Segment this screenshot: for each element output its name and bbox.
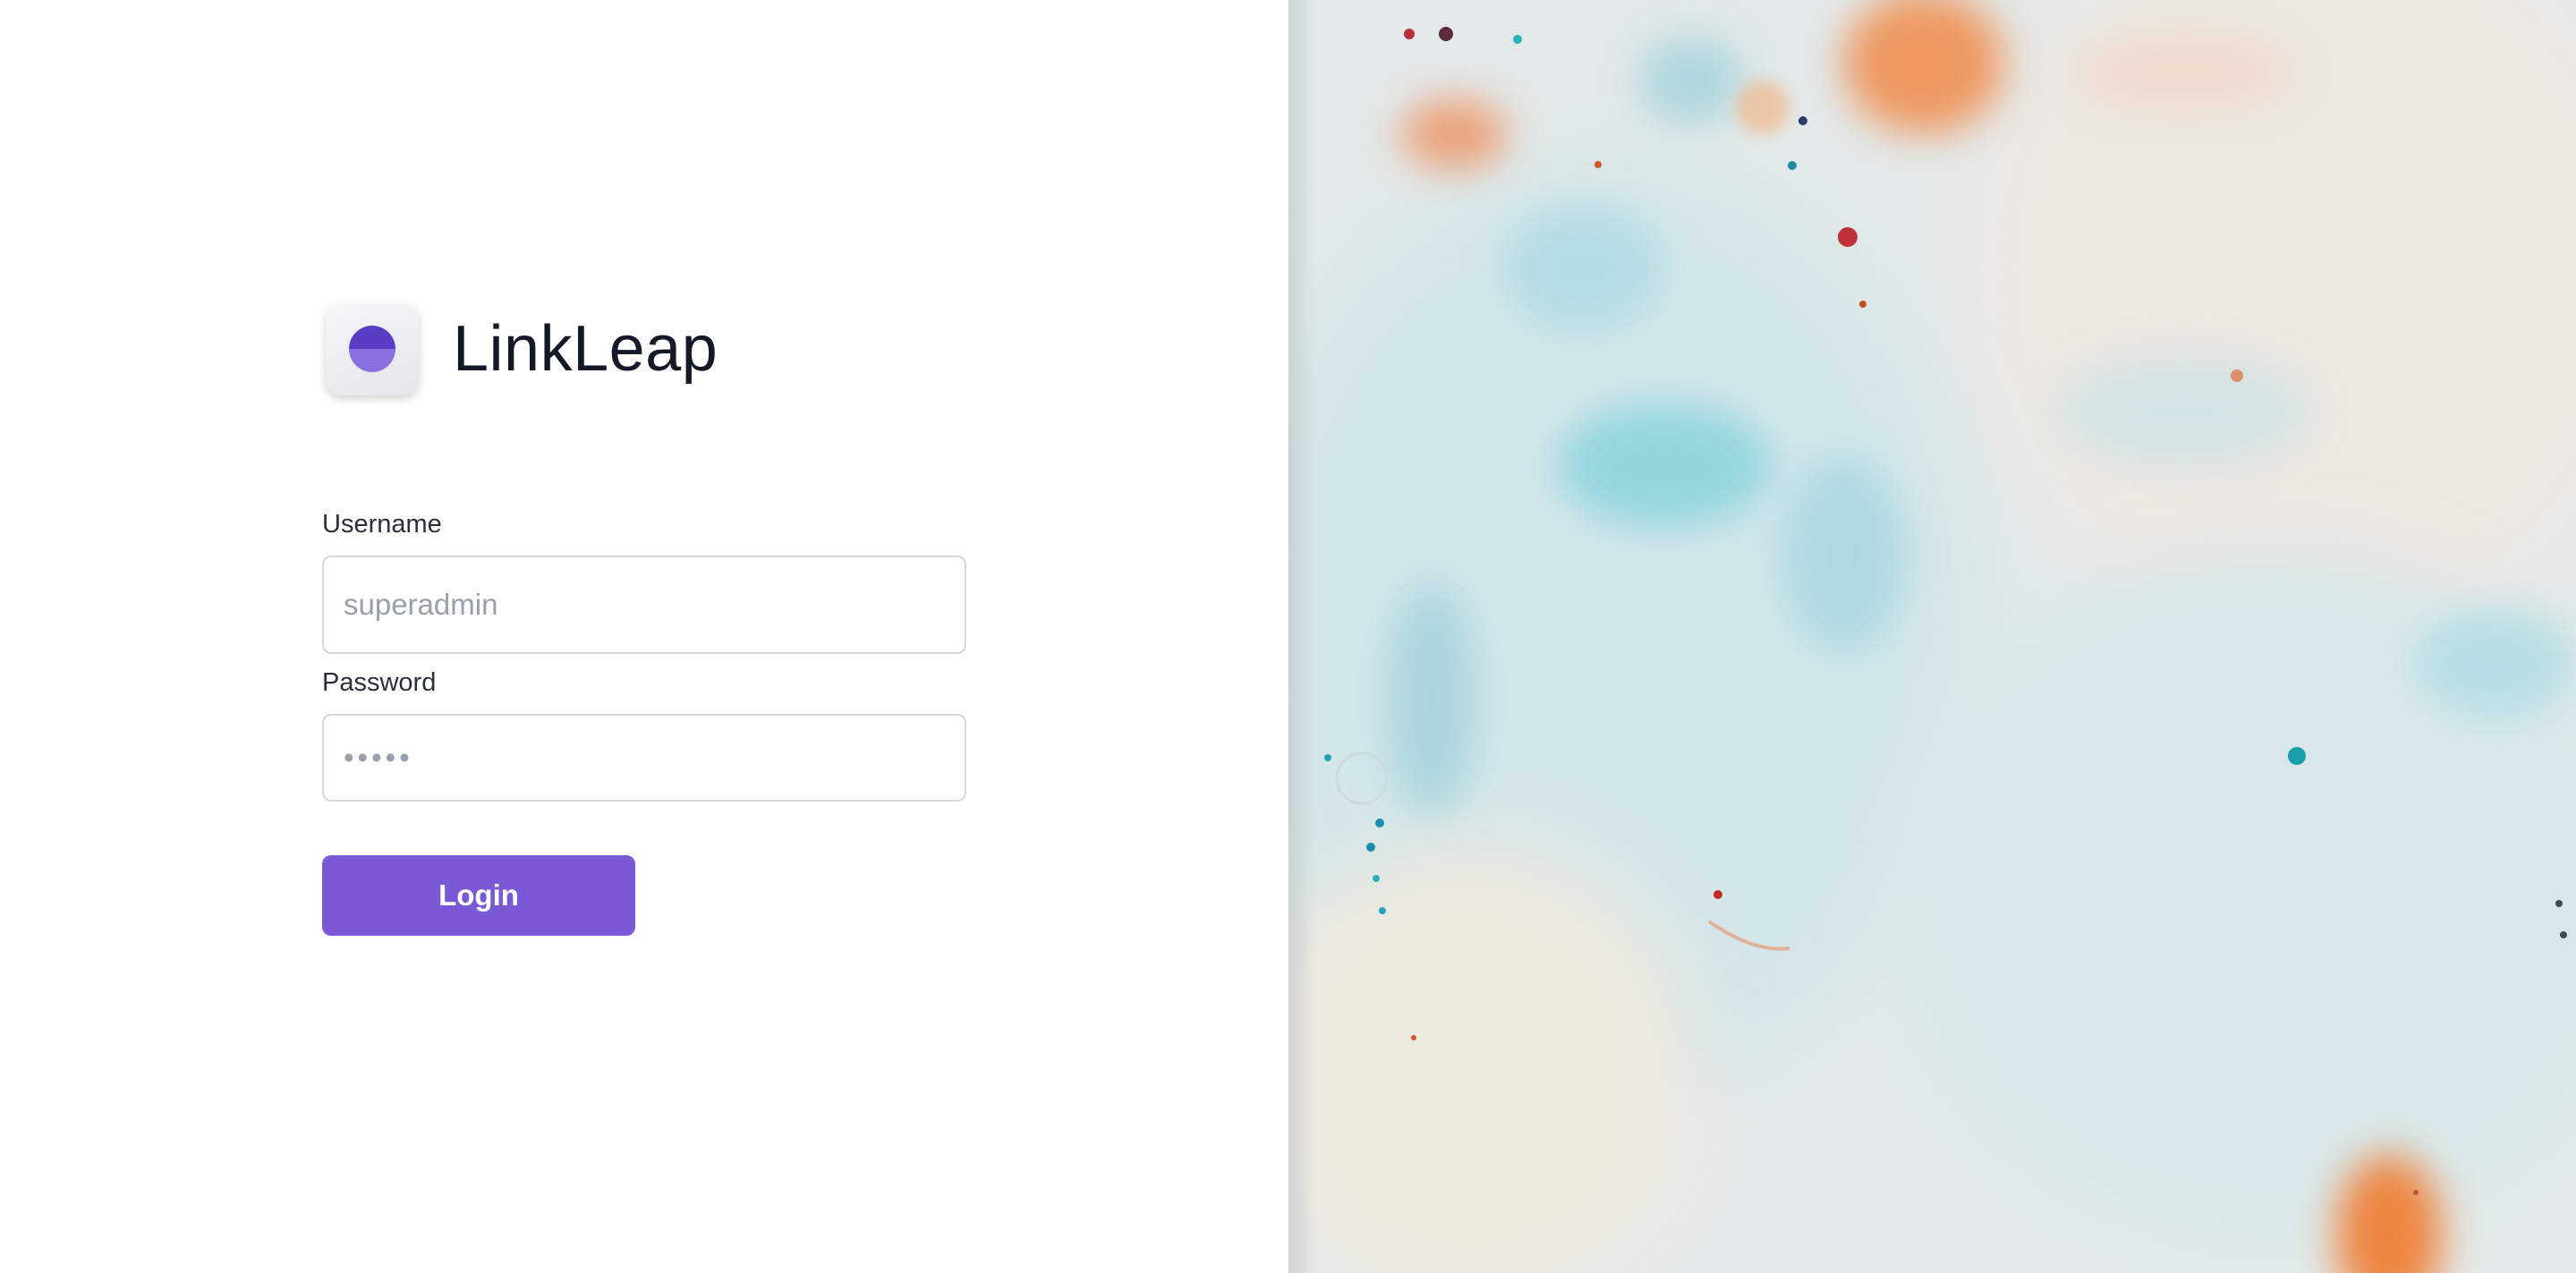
username-input[interactable] [322, 556, 966, 654]
password-input[interactable] [322, 714, 966, 802]
password-label: Password [322, 668, 437, 697]
logo-dot [349, 326, 395, 372]
half-circle-logo-icon [326, 302, 419, 395]
marbled-ink-background-image [1288, 0, 2576, 1273]
background-art [1288, 0, 2576, 1273]
login-button[interactable]: Login [322, 855, 635, 936]
brand-header: LinkLeap [326, 302, 718, 395]
username-label: Username [322, 510, 442, 539]
login-panel: LinkLeap Username Password Login [0, 0, 1288, 1273]
brand-name: LinkLeap [453, 313, 718, 385]
login-page: LinkLeap Username Password Login [0, 0, 2576, 1273]
login-form: Username Password Login [322, 510, 966, 936]
